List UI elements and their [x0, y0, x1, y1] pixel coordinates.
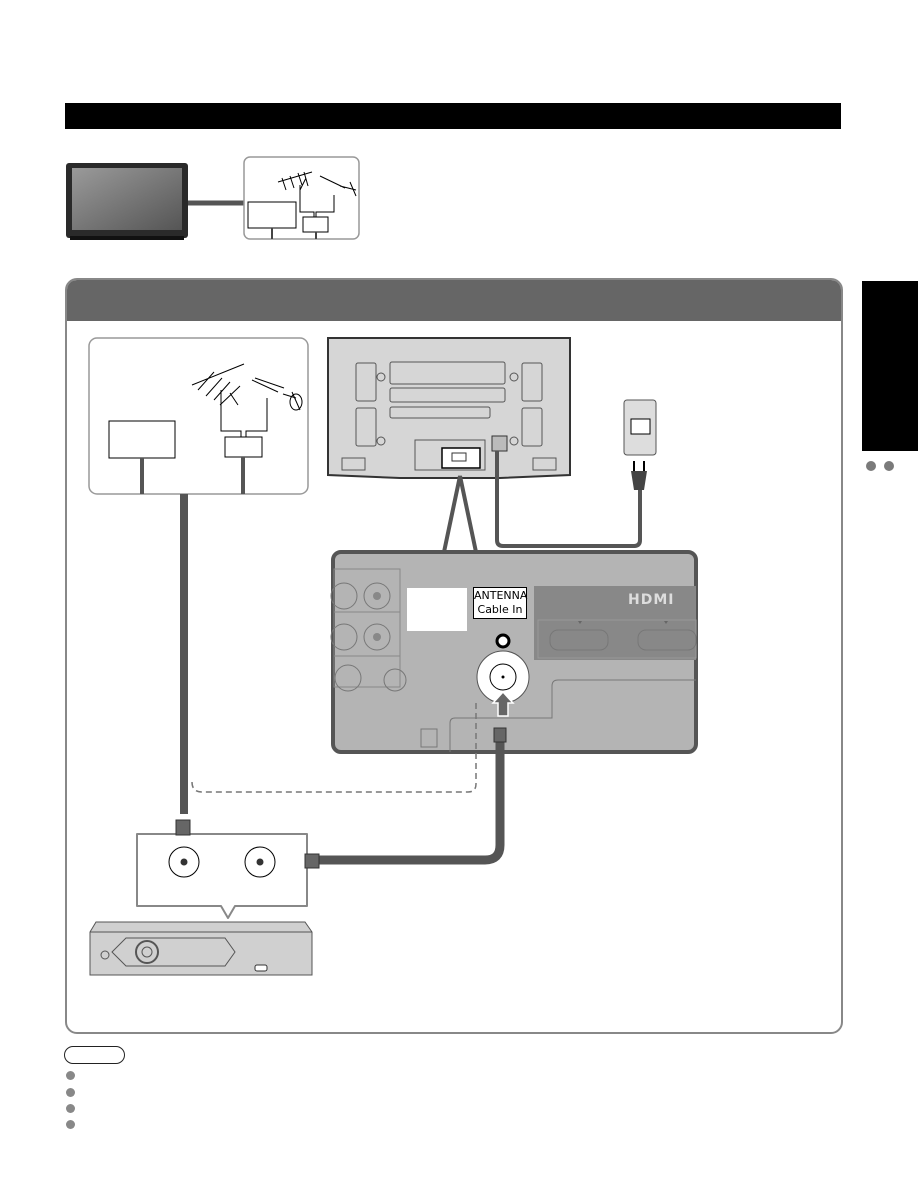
note-bullet — [66, 1071, 75, 1080]
antenna-source-box — [88, 337, 309, 495]
tv-rear-illustration — [327, 337, 571, 479]
antenna-cable — [180, 494, 188, 814]
hdmi-logo: HDMI — [628, 592, 675, 608]
callout-lines — [442, 475, 478, 553]
note-bullet — [66, 1104, 75, 1113]
cable-box-terminal-callout — [136, 819, 320, 919]
blank-label-area — [407, 588, 467, 631]
f-connector — [304, 853, 320, 869]
f-connector — [493, 727, 507, 743]
note-bullet — [66, 1120, 75, 1129]
f-connector — [175, 819, 191, 836]
note-bullet — [66, 1088, 75, 1097]
connection-diagram — [88, 337, 698, 976]
terminal-panel-closeup — [330, 550, 698, 754]
wall-outlet-illustration — [623, 399, 657, 490]
cable-box-illustration — [89, 921, 313, 976]
antenna-to-tv-cable — [318, 740, 505, 865]
note-badge — [64, 1046, 125, 1064]
antenna-cable-in-label: ANTENNA Cable In — [473, 587, 527, 619]
